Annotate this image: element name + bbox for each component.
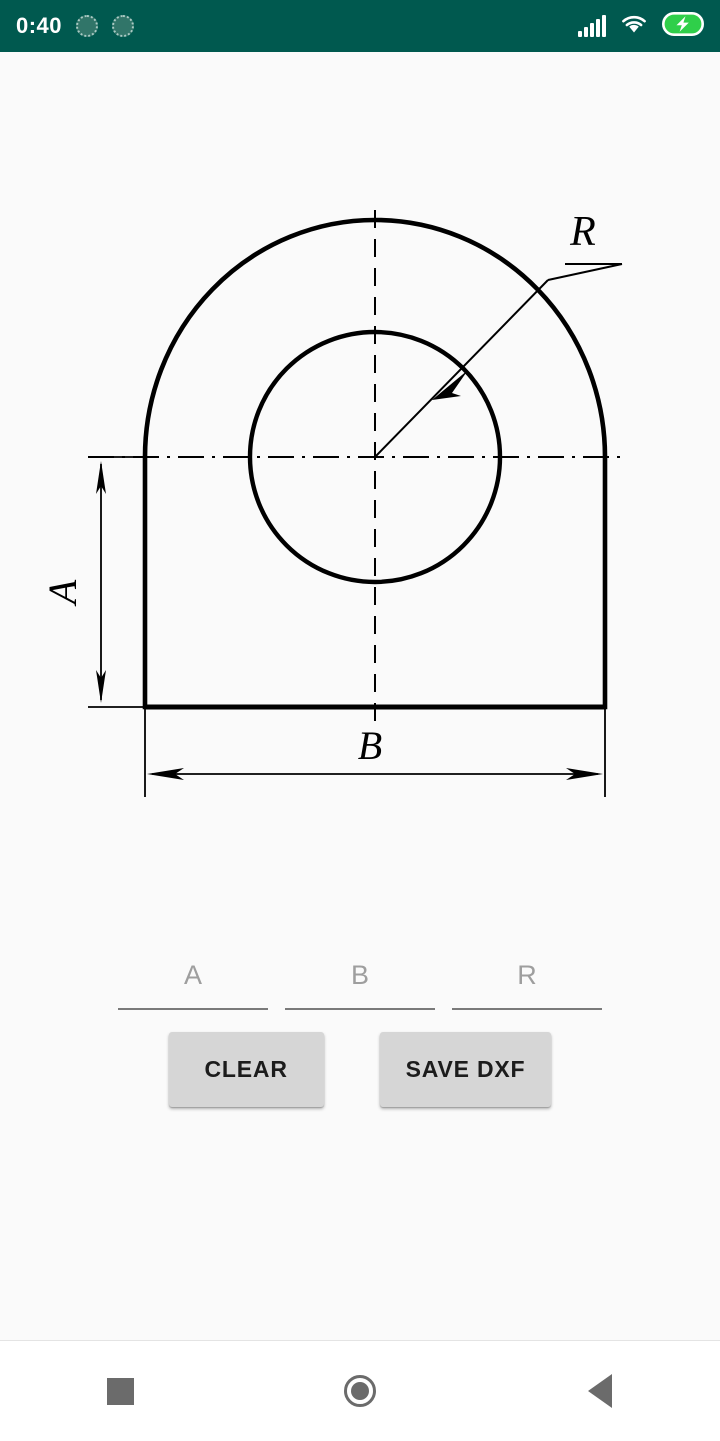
input-r-hint: R (517, 960, 537, 990)
radius-arrow (432, 370, 468, 400)
dimension-input-row: A B R (0, 940, 720, 1010)
status-bar: 0:40 (0, 0, 720, 52)
battery-charging-icon (661, 11, 705, 41)
wifi-icon (620, 13, 648, 40)
save-dxf-button[interactable]: SAVE DXF (379, 1032, 552, 1107)
dimension-b-label: B (358, 723, 382, 768)
status-clock: 0:40 (16, 13, 63, 38)
dimension-a-label: A (40, 579, 85, 607)
signal-bars-icon (578, 15, 606, 37)
back-triangle-icon (588, 1374, 612, 1408)
action-button-row: CLEAR SAVE DXF (0, 1032, 720, 1122)
recents-square-icon (106, 1377, 134, 1405)
notification-dot-icon (112, 15, 135, 37)
radius-leader-shelf-diagonal (547, 263, 623, 281)
recents-button[interactable] (60, 1341, 180, 1441)
input-r[interactable]: R (452, 952, 602, 1010)
notification-dot-icon (76, 15, 99, 37)
home-button[interactable] (300, 1341, 420, 1441)
input-a-hint: A (183, 960, 202, 990)
input-b[interactable]: B (285, 952, 435, 1010)
radius-leader-line (374, 279, 549, 458)
home-circle-icon (344, 1375, 376, 1407)
back-button[interactable] (540, 1341, 660, 1441)
radius-label: R (569, 209, 596, 255)
input-a[interactable]: A (118, 952, 268, 1010)
status-bar-right-icons (578, 11, 705, 41)
android-navigation-bar (0, 1340, 720, 1441)
main-content: A B R A B R CLEAR SAVE DXF (0, 52, 720, 1340)
technical-drawing: A B R (40, 209, 623, 797)
clear-button[interactable]: CLEAR (168, 1032, 324, 1107)
input-b-hint: B (350, 960, 369, 990)
